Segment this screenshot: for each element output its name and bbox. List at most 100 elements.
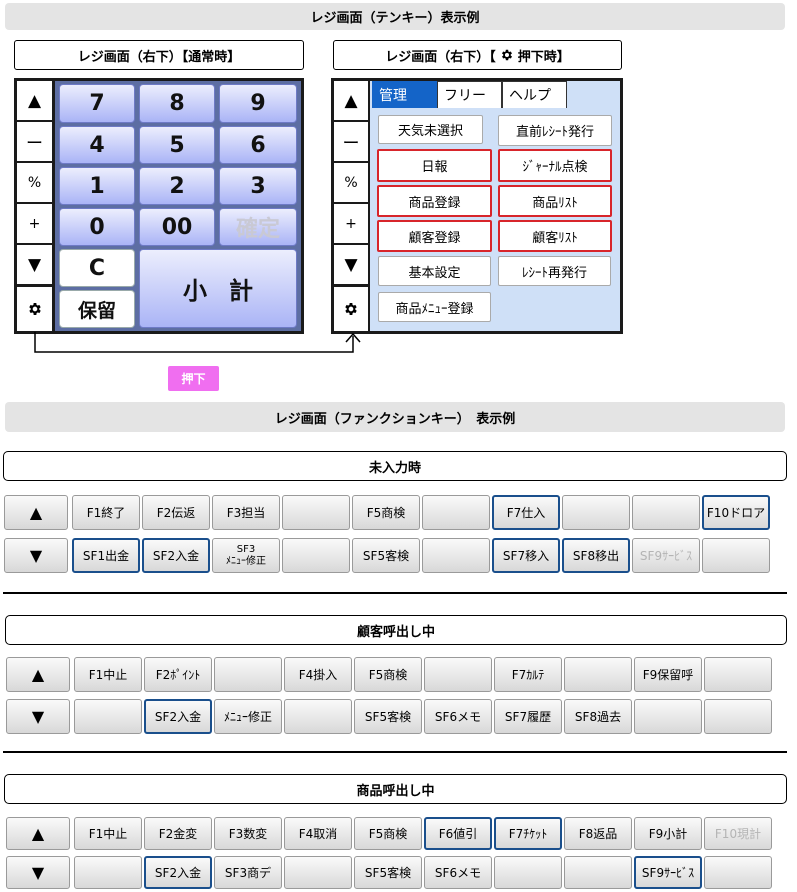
- function-key-button[interactable]: F5商検: [352, 495, 420, 530]
- down-arrow-button[interactable]: ▼: [17, 245, 52, 284]
- product-register-button[interactable]: 商品登録: [377, 185, 492, 217]
- function-key-button[interactable]: [424, 657, 492, 692]
- function-key-button[interactable]: [74, 699, 142, 734]
- key-6[interactable]: 6: [219, 126, 297, 164]
- function-key-button[interactable]: F5商検: [354, 817, 422, 850]
- function-key-button[interactable]: [632, 495, 700, 530]
- function-key-button[interactable]: F9小計: [634, 817, 702, 850]
- function-key-button[interactable]: F9保留呼: [634, 657, 702, 692]
- settings-button[interactable]: [334, 287, 368, 331]
- function-key-button[interactable]: [284, 699, 352, 734]
- function-key-button[interactable]: [704, 856, 772, 889]
- page-up-button[interactable]: ▲: [6, 657, 70, 692]
- key-2[interactable]: 2: [139, 167, 215, 205]
- key-5[interactable]: 5: [139, 126, 215, 164]
- weather-unselected-button[interactable]: 天気未選択: [378, 115, 483, 144]
- function-key-button[interactable]: F1中止: [74, 817, 142, 850]
- function-key-button[interactable]: F4掛入: [284, 657, 352, 692]
- function-key-button[interactable]: [494, 856, 562, 889]
- function-key-button[interactable]: SF5客検: [354, 699, 422, 734]
- function-key-button[interactable]: SF8過去: [564, 699, 632, 734]
- tab-help[interactable]: ヘルプ: [502, 81, 567, 108]
- function-key-button[interactable]: ﾒﾆｭｰ修正: [214, 699, 282, 734]
- function-key-button[interactable]: [704, 699, 772, 734]
- function-key-button[interactable]: F7仕入: [492, 495, 560, 530]
- function-key-button[interactable]: [422, 538, 490, 573]
- function-key-button[interactable]: SF5客検: [352, 538, 420, 573]
- function-key-button[interactable]: [422, 495, 490, 530]
- function-key-button[interactable]: F2ﾎﾟｲﾝﾄ: [144, 657, 212, 692]
- function-key-button[interactable]: F7ｶﾙﾃ: [494, 657, 562, 692]
- function-key-button[interactable]: F2金変: [144, 817, 212, 850]
- function-key-button[interactable]: F3数変: [214, 817, 282, 850]
- function-key-button[interactable]: SF1出金: [72, 538, 140, 573]
- function-key-button[interactable]: F5商検: [354, 657, 422, 692]
- basic-settings-button[interactable]: 基本設定: [378, 256, 491, 286]
- function-key-button[interactable]: [214, 657, 282, 692]
- function-key-button[interactable]: [564, 657, 632, 692]
- tab-management[interactable]: 管理: [372, 81, 437, 108]
- function-key-button[interactable]: F1終了: [72, 495, 140, 530]
- function-key-button[interactable]: SF3商デ: [214, 856, 282, 889]
- clear-key[interactable]: C: [59, 249, 135, 287]
- key-9[interactable]: 9: [219, 84, 297, 123]
- function-key-button[interactable]: F8返品: [564, 817, 632, 850]
- hold-key[interactable]: 保留: [59, 290, 135, 328]
- receipt-reissue-button[interactable]: ﾚｼｰﾄ再発行: [498, 256, 611, 286]
- reissue-last-receipt-button[interactable]: 直前ﾚｼｰﾄ発行: [498, 115, 612, 146]
- up-arrow-button[interactable]: ▲: [334, 81, 368, 120]
- function-key-button[interactable]: SF6メモ: [424, 856, 492, 889]
- customer-list-button[interactable]: 顧客ﾘｽﾄ: [498, 220, 612, 252]
- function-key-button[interactable]: SF2入金: [144, 699, 212, 734]
- daily-report-button[interactable]: 日報: [377, 149, 492, 182]
- customer-register-button[interactable]: 顧客登録: [377, 220, 492, 252]
- function-key-button[interactable]: [564, 856, 632, 889]
- minus-button[interactable]: ー: [17, 122, 52, 161]
- page-up-button[interactable]: ▲: [6, 817, 70, 850]
- function-key-button[interactable]: SF7履歴: [494, 699, 562, 734]
- function-key-button[interactable]: SF2入金: [142, 538, 210, 573]
- function-key-button[interactable]: SF9ｻｰﾋﾞｽ: [632, 538, 700, 573]
- function-key-button[interactable]: SF5客検: [354, 856, 422, 889]
- function-key-button[interactable]: F3担当: [212, 495, 280, 530]
- function-key-button[interactable]: SF3 ﾒﾆｭｰ修正: [212, 538, 280, 573]
- function-key-button[interactable]: F10ドロア: [702, 495, 770, 530]
- page-up-button[interactable]: ▲: [4, 495, 68, 530]
- key-1[interactable]: 1: [59, 167, 135, 205]
- key-3[interactable]: 3: [219, 167, 297, 205]
- plus-button[interactable]: +: [334, 204, 368, 243]
- page-down-button[interactable]: ▼: [6, 699, 70, 734]
- plus-button[interactable]: +: [17, 204, 52, 243]
- key-7[interactable]: 7: [59, 84, 135, 123]
- percent-button[interactable]: %: [17, 163, 52, 202]
- function-key-button[interactable]: SF7移入: [492, 538, 560, 573]
- journal-check-button[interactable]: ｼﾞｬｰﾅﾙ点検: [498, 149, 612, 182]
- subtotal-key[interactable]: 小計: [139, 249, 297, 328]
- function-key-button[interactable]: [74, 856, 142, 889]
- function-key-button[interactable]: [282, 495, 350, 530]
- page-down-button[interactable]: ▼: [4, 538, 68, 573]
- product-menu-register-button[interactable]: 商品ﾒﾆｭｰ登録: [378, 292, 491, 322]
- function-key-button[interactable]: F7ﾁｹｯﾄ: [494, 817, 562, 850]
- function-key-button[interactable]: F4取消: [284, 817, 352, 850]
- function-key-button[interactable]: [634, 699, 702, 734]
- function-key-button[interactable]: F1中止: [74, 657, 142, 692]
- page-down-button[interactable]: ▼: [6, 856, 70, 889]
- key-8[interactable]: 8: [139, 84, 215, 123]
- confirm-key[interactable]: 確定: [219, 208, 297, 246]
- function-key-button[interactable]: SF8移出: [562, 538, 630, 573]
- settings-button[interactable]: [17, 287, 52, 331]
- function-key-button[interactable]: F6値引: [424, 817, 492, 850]
- product-list-button[interactable]: 商品ﾘｽﾄ: [498, 185, 612, 217]
- function-key-button[interactable]: [704, 657, 772, 692]
- tab-free[interactable]: フリー: [437, 81, 502, 108]
- key-00[interactable]: 00: [139, 208, 215, 246]
- down-arrow-button[interactable]: ▼: [334, 245, 368, 284]
- function-key-button[interactable]: [282, 538, 350, 573]
- function-key-button[interactable]: [702, 538, 770, 573]
- key-0[interactable]: 0: [59, 208, 135, 246]
- percent-button[interactable]: %: [334, 163, 368, 202]
- function-key-button[interactable]: SF2入金: [144, 856, 212, 889]
- up-arrow-button[interactable]: ▲: [17, 81, 52, 120]
- key-4[interactable]: 4: [59, 126, 135, 164]
